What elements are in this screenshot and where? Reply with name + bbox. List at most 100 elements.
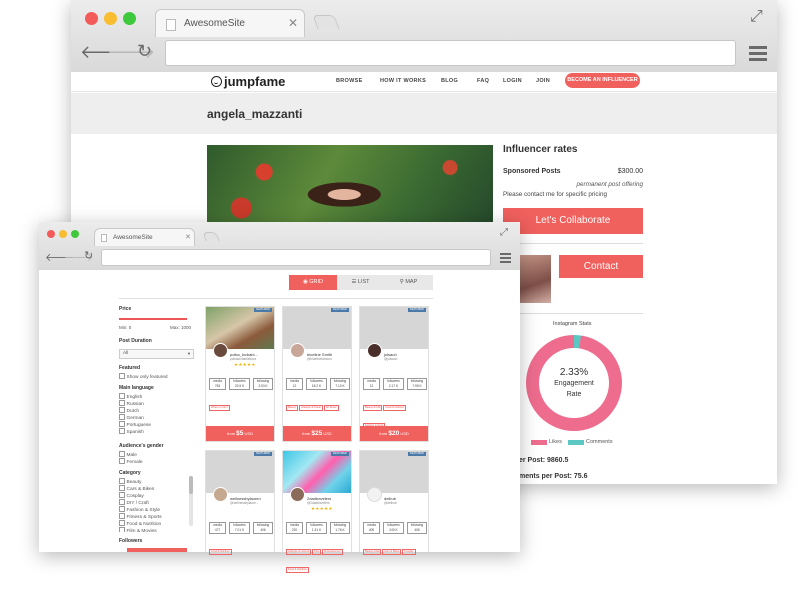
filter-followers-title: Followers bbox=[119, 538, 143, 544]
card-stats: media 477 followers 7.01 K following 406 bbox=[209, 522, 273, 534]
influencer-card[interactable]: FEATURED polka_lovbabi... polkalovbabieb… bbox=[205, 306, 275, 442]
category-tag[interactable]: Lifestyle & Leisure bbox=[286, 549, 312, 555]
fullscreen-icon[interactable]: ⤢ bbox=[500, 227, 508, 238]
filter-category-option[interactable]: Cars & Bikes bbox=[119, 485, 155, 492]
category-tag[interactable]: Beauty Goal bbox=[363, 549, 382, 555]
become-influencer-button[interactable]: BECOME AN INFLUENCER bbox=[565, 73, 640, 88]
followers-slider[interactable] bbox=[127, 548, 187, 552]
filter-category-title: Category bbox=[119, 470, 141, 476]
influencer-card[interactable]: FEATURED julsauh @julsauh media 12 follow… bbox=[359, 306, 429, 442]
influencer-card[interactable]: FEATURED blueline Smith @bluelinefamous … bbox=[282, 306, 352, 442]
filter-featured-checkbox[interactable]: Show only featured bbox=[119, 373, 168, 380]
nav-how-it-works[interactable]: HOW IT WORKS bbox=[380, 78, 426, 84]
category-tag[interactable]: Food & Nutrition bbox=[383, 405, 407, 411]
filter-language-option[interactable]: Spanish bbox=[119, 428, 144, 435]
card-cover-image: FEATURED bbox=[360, 307, 428, 349]
filter-price-title: Price bbox=[119, 306, 132, 312]
tab-close-icon[interactable]: ✕ bbox=[288, 16, 298, 30]
nav-join[interactable]: JOIN bbox=[536, 78, 550, 84]
stat-following: following 3.53 K bbox=[253, 378, 273, 390]
filter-gender-option[interactable]: Female bbox=[119, 458, 143, 465]
category-tag[interactable]: Food & Nutrition bbox=[209, 549, 232, 555]
reload-icon[interactable]: ↻ bbox=[84, 249, 93, 262]
price-slider[interactable] bbox=[119, 318, 187, 320]
address-bar[interactable] bbox=[101, 249, 491, 266]
stat-following: following 406 bbox=[407, 522, 427, 534]
duration-select[interactable]: All ▼ bbox=[119, 349, 194, 359]
category-tag[interactable]: Food & Nutrition bbox=[286, 567, 309, 573]
price-max: Max: 1000 bbox=[170, 325, 192, 330]
filter-category-option[interactable]: Film & Movies bbox=[119, 527, 157, 532]
influencer-card[interactable]: FEATURED wellnessbylauren @wellnessbylau… bbox=[205, 450, 275, 555]
category-tag[interactable]: Cars & Bikes bbox=[382, 549, 402, 555]
category-tag[interactable]: Beauty & Life bbox=[363, 405, 383, 411]
maximize-window-icon[interactable] bbox=[123, 12, 136, 25]
filter-language-option[interactable]: Dutch bbox=[119, 407, 140, 414]
divider bbox=[119, 298, 433, 299]
card-price-button[interactable]: from $5 USD bbox=[206, 426, 274, 441]
fullscreen-icon[interactable]: ⤢ bbox=[750, 8, 763, 26]
engagement-label: Engagement bbox=[554, 380, 594, 387]
influencer-card[interactable]: FEATURED 2dadtravelers @2dadtravelers ★★… bbox=[282, 450, 352, 573]
filter-category-option[interactable]: Food & Nutrition bbox=[119, 520, 162, 527]
card-price-button[interactable]: from $25 USD bbox=[283, 426, 351, 441]
filter-language-title: Main language bbox=[119, 385, 154, 391]
category-tag[interactable]: Entertainment bbox=[322, 549, 343, 555]
filter-category-option[interactable]: Fitness & Sports bbox=[119, 513, 162, 520]
menu-icon[interactable] bbox=[749, 46, 767, 61]
legend-likes-label: Likes bbox=[549, 439, 562, 445]
category-tag[interactable]: Lifestyle & Travel bbox=[299, 405, 323, 411]
stat-followers: followers 7.01 K bbox=[229, 522, 250, 534]
card-handle: polkalovbabiebuzz bbox=[230, 357, 257, 361]
reload-icon[interactable]: ↻ bbox=[137, 41, 152, 62]
logo-smile-icon bbox=[211, 76, 222, 87]
filter-category-option[interactable]: Beauty bbox=[119, 478, 142, 485]
card-handle: @wellnessbylaure... bbox=[230, 501, 259, 505]
minimize-window-icon[interactable] bbox=[59, 230, 67, 238]
influencer-card[interactable]: FEATURED dellrub @dellrub media 409 follo… bbox=[359, 450, 429, 555]
filter-language-option[interactable]: German bbox=[119, 414, 144, 421]
close-window-icon[interactable] bbox=[85, 12, 98, 25]
nav-blog[interactable]: BLOG bbox=[441, 78, 458, 84]
stat-following: following 7.10 K bbox=[330, 378, 350, 390]
view-tab-map[interactable]: ⚲ MAP bbox=[384, 275, 433, 290]
tab-close-icon[interactable]: ✕ bbox=[185, 233, 191, 241]
stat-following: following 406 bbox=[253, 522, 273, 534]
stat-followers: followers 240 K bbox=[383, 522, 404, 534]
card-stats: media 763 followers 23.5 K following 3.53 K bbox=[209, 378, 273, 390]
category-tag[interactable]: Beauty bbox=[286, 405, 299, 411]
nav-login[interactable]: LOGIN bbox=[503, 78, 522, 84]
category-scrollbar[interactable] bbox=[189, 476, 193, 526]
price-min: Min: 0 bbox=[119, 325, 132, 330]
card-price-button[interactable]: from $20 USD bbox=[360, 426, 428, 441]
view-tab-list[interactable]: ☰ LIST bbox=[337, 275, 384, 290]
category-tag[interactable]: Where to lnk it bbox=[209, 405, 230, 411]
filter-language-option[interactable]: English bbox=[119, 393, 143, 400]
filter-category-option[interactable]: Fashion & Style bbox=[119, 506, 161, 513]
close-window-icon[interactable] bbox=[47, 230, 55, 238]
view-tab-grid[interactable]: ◉ GRID bbox=[289, 275, 337, 290]
category-tag[interactable]: Cosplay bbox=[402, 549, 416, 555]
collaborate-button[interactable]: Let's Collaborate bbox=[503, 208, 643, 234]
category-tag[interactable]: Art Music bbox=[323, 405, 339, 411]
category-tag[interactable]: Pets bbox=[312, 549, 322, 555]
nav-browse[interactable]: BROWSE bbox=[336, 78, 363, 84]
card-stats: media 12 followers 2.17 K following 7.95 K bbox=[363, 378, 427, 390]
filter-language-option[interactable]: Russian bbox=[119, 400, 144, 407]
minimize-window-icon[interactable] bbox=[104, 12, 117, 25]
contact-button[interactable]: Contact bbox=[559, 255, 643, 278]
menu-icon[interactable] bbox=[500, 253, 511, 263]
new-tab-button[interactable] bbox=[202, 232, 220, 241]
maximize-window-icon[interactable] bbox=[71, 230, 79, 238]
filter-language-option[interactable]: Portuguese bbox=[119, 421, 152, 428]
filter-category-option[interactable]: DIY / Craft bbox=[119, 499, 149, 506]
nav-faq[interactable]: FAQ bbox=[477, 78, 489, 84]
site-logo[interactable]: jumpfame bbox=[211, 74, 285, 89]
new-tab-button[interactable] bbox=[312, 15, 340, 29]
browser-tab[interactable]: AwesomeSite ✕ bbox=[155, 9, 305, 37]
filter-gender-option[interactable]: Male bbox=[119, 451, 137, 458]
browser-tab[interactable]: AwesomeSite ✕ bbox=[94, 228, 195, 246]
filter-category-option[interactable]: Cosplay bbox=[119, 492, 144, 499]
view-tab-label: MAP bbox=[405, 279, 418, 285]
address-bar[interactable] bbox=[165, 40, 736, 66]
